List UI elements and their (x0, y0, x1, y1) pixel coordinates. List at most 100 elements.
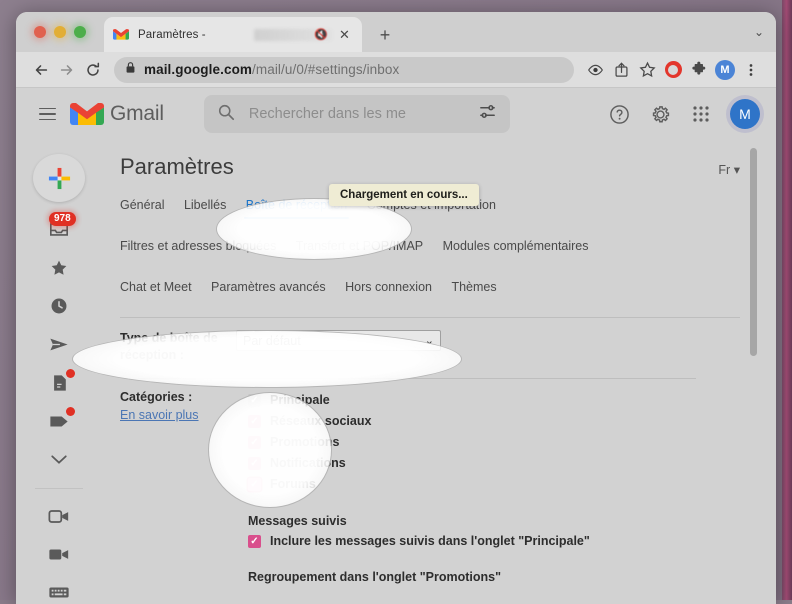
followed-messages-section: Messages suivis ✓ Inclure les messages s… (120, 514, 736, 548)
puzzle-extension-icon[interactable] (686, 57, 712, 83)
url-path: /mail/u/0/#settings/inbox (252, 62, 399, 77)
maximize-window-button[interactable] (74, 26, 86, 38)
sidebar-item-inbox[interactable]: 978 (41, 218, 77, 240)
sidebar-item-starred[interactable] (41, 257, 77, 279)
categories-label: Catégories : (120, 390, 236, 404)
window-controls (34, 26, 86, 38)
minimize-window-button[interactable] (54, 26, 66, 38)
new-tab-button[interactable]: + (374, 24, 396, 46)
inbox-type-select[interactable]: Par défaut ⌄ (236, 330, 441, 351)
search-placeholder: Rechercher dans les me (249, 106, 464, 122)
settings-tab-row-3: Chat et Meet Paramètres avancés Hors con… (102, 278, 776, 301)
category-row-forums[interactable]: ✓ Forums (248, 474, 371, 494)
desktop-edge-stripe (782, 0, 792, 600)
inbox-settings-section: Type de boîte de réception : Par défaut … (102, 330, 776, 584)
category-row-reseaux-sociaux[interactable]: ✓ Réseaux sociaux (248, 411, 371, 431)
promotions-grouping-section: Regroupement dans l'onglet "Promotions" (120, 570, 736, 584)
sidebar-item-drafts[interactable] (41, 372, 77, 394)
tab-filters-and-blocked-addresses[interactable]: Filtres et adresses bloquées (120, 239, 276, 260)
eye-icon[interactable] (582, 57, 608, 83)
checkbox-forums[interactable]: ✓ (248, 478, 261, 491)
back-arrow-icon[interactable] (28, 57, 54, 83)
category-label: Notifications (270, 456, 346, 470)
sidebar-item-more[interactable] (41, 449, 77, 471)
star-icon[interactable] (634, 57, 660, 83)
opera-extension-icon[interactable] (660, 57, 686, 83)
category-label: Forums (270, 477, 316, 491)
forward-arrow-icon[interactable] (54, 57, 80, 83)
close-window-button[interactable] (34, 26, 46, 38)
sidebar-divider (35, 488, 83, 489)
section-divider (120, 317, 740, 318)
hamburger-menu-icon[interactable] (30, 97, 64, 131)
avatar: M (715, 60, 735, 80)
promotions-grouping-title: Regroupement dans l'onglet "Promotions" (248, 570, 736, 584)
chevron-down-icon[interactable]: ⌄ (754, 25, 764, 39)
tab-title: Paramètres - (138, 29, 206, 41)
checkbox-principale: ✓ (248, 394, 261, 407)
inbox-unread-badge: 978 (49, 212, 76, 226)
tab-offline[interactable]: Hors connexion (345, 280, 432, 301)
tab-forwarding-pop-imap[interactable]: Transfert et POP/IMAP (296, 239, 423, 260)
sidebar-item-sent[interactable] (41, 334, 77, 356)
google-apps-grid-icon[interactable] (689, 102, 713, 126)
settings-content: Paramètres Fr ▾ Général Libellés Boîte d… (102, 140, 776, 604)
chevron-down-icon: ▾ (734, 163, 740, 177)
address-bar[interactable]: mail.google.com/mail/u/0/#settings/inbox (114, 57, 574, 83)
browser-toolbar: mail.google.com/mail/u/0/#settings/inbox (16, 52, 776, 88)
sidebar-item-keyboard[interactable] (41, 582, 77, 604)
categories-row: Catégories : En savoir plus ✓ Principale… (120, 390, 736, 495)
sidebar-item-new-meeting[interactable] (41, 505, 77, 527)
chevron-down-icon: ⌄ (425, 334, 434, 347)
checkbox-include-followed-messages[interactable]: ✓ (248, 535, 261, 548)
tab-labels[interactable]: Libellés (184, 198, 226, 219)
learn-more-link[interactable]: En savoir plus (120, 408, 199, 422)
language-value: Fr (718, 163, 730, 177)
three-dot-menu-icon[interactable] (738, 57, 764, 83)
gmail-m-icon (113, 28, 129, 41)
audio-muted-icon[interactable]: 🔇 (314, 28, 328, 41)
compose-plus-icon[interactable] (33, 154, 85, 202)
checkbox-reseaux-sociaux[interactable]: ✓ (248, 415, 261, 428)
checkbox-promotions[interactable]: ✓ (248, 436, 261, 449)
gmail-sidebar: 978 (16, 140, 102, 604)
labels-unread-dot (66, 407, 75, 416)
gear-icon[interactable] (648, 102, 672, 126)
category-row-notifications[interactable]: ✓ Notifications (248, 453, 371, 473)
language-selector[interactable]: Fr ▾ (718, 162, 740, 177)
followed-messages-title: Messages suivis (248, 514, 736, 528)
inbox-type-label: Type de boîte de réception : (120, 330, 236, 364)
lock-icon (125, 61, 136, 79)
loading-tooltip: Chargement en cours... (329, 184, 479, 206)
section-divider (138, 378, 696, 379)
followed-messages-row[interactable]: ✓ Inclure les messages suivis dans l'ong… (248, 534, 736, 548)
settings-header-row: Paramètres Fr ▾ (102, 140, 776, 180)
search-input[interactable]: Rechercher dans les me (204, 95, 510, 133)
gmail-top-bar: Gmail Rechercher dans les me (16, 88, 776, 140)
share-icon[interactable] (608, 57, 634, 83)
category-row-principale[interactable]: ✓ Principale (248, 390, 371, 410)
chrome-profile-avatar[interactable]: M (712, 57, 738, 83)
sidebar-item-labels[interactable] (41, 410, 77, 432)
drafts-unread-dot (66, 369, 75, 378)
gmail-header-actions: M (607, 99, 762, 129)
tab-themes[interactable]: Thèmes (451, 280, 496, 301)
close-icon[interactable]: ✕ (337, 27, 352, 42)
help-icon[interactable] (607, 102, 631, 126)
reload-icon[interactable] (80, 57, 106, 83)
sidebar-item-join-meeting[interactable] (41, 543, 77, 565)
tab-general[interactable]: Général (120, 198, 164, 219)
page-title: Paramètres (120, 154, 234, 180)
sidebar-item-snoozed[interactable] (41, 295, 77, 317)
tab-advanced[interactable]: Paramètres avancés (211, 280, 326, 301)
browser-tab[interactable]: Paramètres - 🔇 ✕ (104, 17, 362, 52)
browser-window: Paramètres - 🔇 ✕ + ⌄ (16, 12, 776, 604)
search-options-icon[interactable] (478, 102, 497, 126)
category-label: Réseaux sociaux (270, 414, 371, 428)
tab-add-ons[interactable]: Modules complémentaires (443, 239, 589, 260)
avatar[interactable]: M (730, 99, 760, 129)
tab-chat-and-meet[interactable]: Chat et Meet (120, 280, 192, 301)
scrollbar-thumb[interactable] (750, 148, 757, 356)
checkbox-notifications[interactable]: ✓ (248, 457, 261, 470)
category-row-promotions[interactable]: ✓ Promotions (248, 432, 371, 452)
